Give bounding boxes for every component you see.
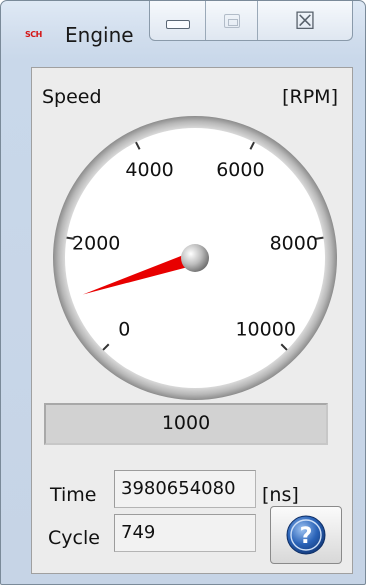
help-glyph: ? (300, 524, 313, 549)
time-value-field[interactable]: 3980654080 (114, 470, 256, 508)
close-icon: ☒ (294, 6, 316, 35)
window-title: Engine (65, 23, 134, 47)
rpm-unit-label: [RPM] (282, 86, 338, 108)
speed-label: Speed (42, 86, 102, 108)
gauge-tick-label: 10000 (235, 319, 295, 341)
speed-value-display: 1000 (44, 403, 328, 445)
cycle-value-field[interactable]: 749 (114, 514, 256, 552)
gauge-tick-label: 2000 (72, 232, 120, 254)
maximize-icon (223, 13, 240, 28)
gauge-tick-label: 8000 (270, 232, 318, 254)
gauge-tick-label: 0 (118, 319, 130, 341)
app-icon: SCH (25, 30, 42, 39)
window-controls: ☒ (149, 1, 353, 41)
close-button[interactable]: ☒ (258, 1, 352, 40)
gauge-svg: 0 2000 4000 6000 8000 10000 (53, 116, 337, 400)
minimize-button[interactable] (150, 1, 206, 40)
maximize-button[interactable] (206, 1, 258, 40)
time-unit-label: [ns] (262, 484, 299, 506)
cycle-label: Cycle (48, 527, 100, 549)
engine-window: SCH Engine ☒ Speed [RPM] 0 2000 4000 600… (0, 0, 366, 585)
speed-gauge[interactable]: 0 2000 4000 6000 8000 10000 (44, 116, 344, 406)
title-bar[interactable]: SCH Engine ☒ (1, 1, 365, 53)
gauge-tick-label: 4000 (125, 159, 173, 181)
help-button[interactable]: ? (270, 506, 342, 564)
client-panel: Speed [RPM] 0 2000 4000 6000 8000 10000 … (31, 67, 353, 574)
gauge-tick-label: 6000 (216, 159, 264, 181)
time-label: Time (50, 484, 97, 506)
gauge-hub (181, 244, 209, 272)
help-icon: ? (286, 515, 326, 555)
minimize-icon (165, 20, 190, 29)
